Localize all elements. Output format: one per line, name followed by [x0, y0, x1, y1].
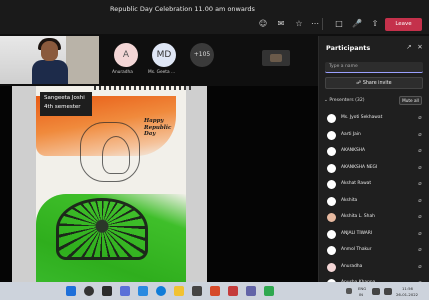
student-name-label: Sangeeta Joshi 4th semester — [40, 92, 92, 116]
close-icon[interactable]: ✕ — [416, 43, 424, 51]
pop-out-icon[interactable]: ↗ — [405, 43, 413, 51]
participant-search-input[interactable]: Type a name — [325, 62, 423, 73]
mic-muted-icon: ⌀ — [418, 197, 422, 204]
participant-avatar — [327, 130, 336, 140]
participant-row[interactable]: Anuradha ⌀ — [319, 259, 429, 276]
participant-name: Anuradha — [341, 263, 363, 269]
more-icon[interactable]: ⋯ — [310, 19, 320, 29]
participant-list: Ms. Jyoti Sekhawat ⌀ Aarti Jain ⌀ AKANKSHA ⌀ A… — [319, 110, 429, 282]
participant-name: AKANKSHA NEGI — [341, 164, 378, 170]
reactions-icon[interactable]: ☆ — [294, 19, 304, 29]
participant-row[interactable]: AKANKSHA NEGI ⌀ — [319, 160, 429, 177]
mic-muted-icon: ⌀ — [418, 230, 422, 237]
participant-row[interactable]: Akshita ⌀ — [319, 193, 429, 210]
chat-icon[interactable]: ✉ — [276, 19, 286, 29]
mic-off-icon[interactable]: 🎤 — [352, 19, 362, 29]
participant-avatar — [327, 180, 336, 189]
toolbar-divider — [322, 18, 323, 30]
mic-muted-icon: ⌀ — [418, 164, 422, 171]
participant-row[interactable]: AKANKSHA ⌀ — [319, 143, 429, 160]
pdf-icon[interactable] — [228, 286, 238, 296]
participant-row[interactable]: Anmol Thakur ⌀ — [319, 242, 429, 259]
app-icon[interactable] — [264, 286, 274, 296]
participant-avatar — [327, 163, 336, 173]
volume-icon[interactable] — [384, 288, 392, 295]
teams-icon[interactable] — [246, 286, 256, 296]
participant-row[interactable]: Akshita L. Shah ⌀ — [319, 209, 429, 226]
participant-row[interactable]: Anusha Khanna⌀ — [319, 275, 429, 282]
lang-bottom: IN — [359, 292, 363, 297]
lang-top[interactable]: ENG — [358, 286, 366, 291]
participant-row[interactable]: ANJALI TIWARI ⌀ — [319, 226, 429, 243]
more-participants-badge[interactable]: +105 — [190, 43, 214, 67]
participant-name: Ms. Jyoti Sekhawat — [341, 115, 383, 120]
meeting-top-bar: Republic Day Celebration 11.00 am onward… — [0, 0, 429, 34]
participant-avatar-a[interactable]: A — [114, 43, 138, 67]
participant-avatar — [327, 213, 336, 222]
wifi-icon[interactable] — [372, 288, 380, 295]
participant-video-thumbnail[interactable] — [262, 50, 290, 66]
participant-avatar-md[interactable]: MD — [152, 43, 176, 67]
participant-name: Aarti Jain — [341, 131, 361, 137]
spiral-binding — [94, 86, 194, 90]
participant-avatar — [327, 246, 336, 255]
tray-arrow-icon[interactable] — [346, 288, 352, 294]
store-icon[interactable] — [192, 286, 202, 296]
participant-avatar — [327, 114, 336, 123]
ashoka-chakra-sketch — [56, 198, 148, 260]
participant-name: Akshat Rawat — [341, 181, 372, 186]
participant-avatar — [327, 147, 336, 156]
mic-muted-icon: ⌀ — [418, 181, 422, 187]
participant-name: AKANKSHA — [341, 148, 366, 153]
mic-muted-icon: ⌀ — [418, 263, 422, 270]
participant-avatar — [327, 229, 336, 239]
teams-meeting-window: Republic Day Celebration 11.00 am onward… — [0, 0, 429, 300]
student-semester: 4th semester — [44, 104, 81, 110]
participant-name-md: Ms. Geeta ... — [148, 70, 176, 75]
start-icon[interactable] — [66, 286, 76, 296]
file-explorer-icon[interactable] — [174, 286, 184, 296]
camera-off-icon[interactable]: □ — [334, 19, 344, 29]
participant-row[interactable]: Ms. Jyoti Sekhawat ⌀ — [319, 110, 429, 127]
windows-taskbar: ENG IN 11:56 26-01-2022 — [0, 282, 429, 300]
meeting-title: Republic Day Celebration 11.00 am onward… — [110, 5, 255, 13]
mic-muted-icon: ⌀ — [418, 148, 422, 154]
mic-muted-icon: ⌀ — [418, 131, 422, 138]
search-icon[interactable] — [84, 286, 94, 296]
share-invite-button[interactable]: ☍ Share invite — [325, 77, 423, 89]
leave-button[interactable]: Leave — [385, 18, 422, 31]
mic-muted-icon: ⌀ — [418, 214, 422, 220]
person-silhouette — [32, 60, 68, 84]
widgets-icon[interactable] — [120, 286, 130, 296]
participant-avatar — [327, 196, 336, 206]
people-icon[interactable]: ☺ — [258, 19, 268, 29]
participant-name: Anmol Thakur — [341, 247, 372, 252]
share-tray-icon[interactable]: ⇧ — [370, 19, 380, 29]
participant-name: ANJALI TIWARI — [341, 230, 373, 236]
mute-all-button[interactable]: Mute all — [399, 96, 422, 105]
presenters-section-header[interactable]: ⌄ Presenters (32) — [324, 98, 365, 103]
participant-row[interactable]: Akshat Rawat ⌀ — [319, 176, 429, 193]
chat-app-icon[interactable] — [138, 286, 148, 296]
drawing-caption: Happy Republic Day — [144, 118, 172, 137]
self-video-tile[interactable] — [0, 36, 99, 84]
student-name: Sangeeta Joshi — [44, 95, 85, 101]
mic-muted-icon: ⌀ — [418, 247, 422, 253]
participant-row[interactable]: Aarti Jain ⌀ — [319, 127, 429, 144]
leave-label: Leave — [395, 21, 412, 27]
clock-time[interactable]: 11:56 — [402, 286, 413, 291]
participant-name-a: Anuradha — [112, 70, 133, 75]
clock-date: 26-01-2022 — [396, 292, 419, 297]
participant-avatar — [327, 262, 336, 272]
participant-name: Akshita L. Shah — [341, 214, 375, 219]
office-icon[interactable] — [210, 286, 220, 296]
share-invite-label: Share invite — [362, 81, 392, 86]
participants-panel: Participants ↗ ✕ Type a name ☍ Share inv… — [318, 36, 429, 282]
task-view-icon[interactable] — [102, 286, 112, 296]
mic-muted-icon: ⌀ — [418, 115, 422, 121]
participant-name: Akshita — [341, 197, 358, 203]
panel-title: Participants — [326, 44, 371, 52]
edge-icon[interactable] — [156, 286, 166, 296]
